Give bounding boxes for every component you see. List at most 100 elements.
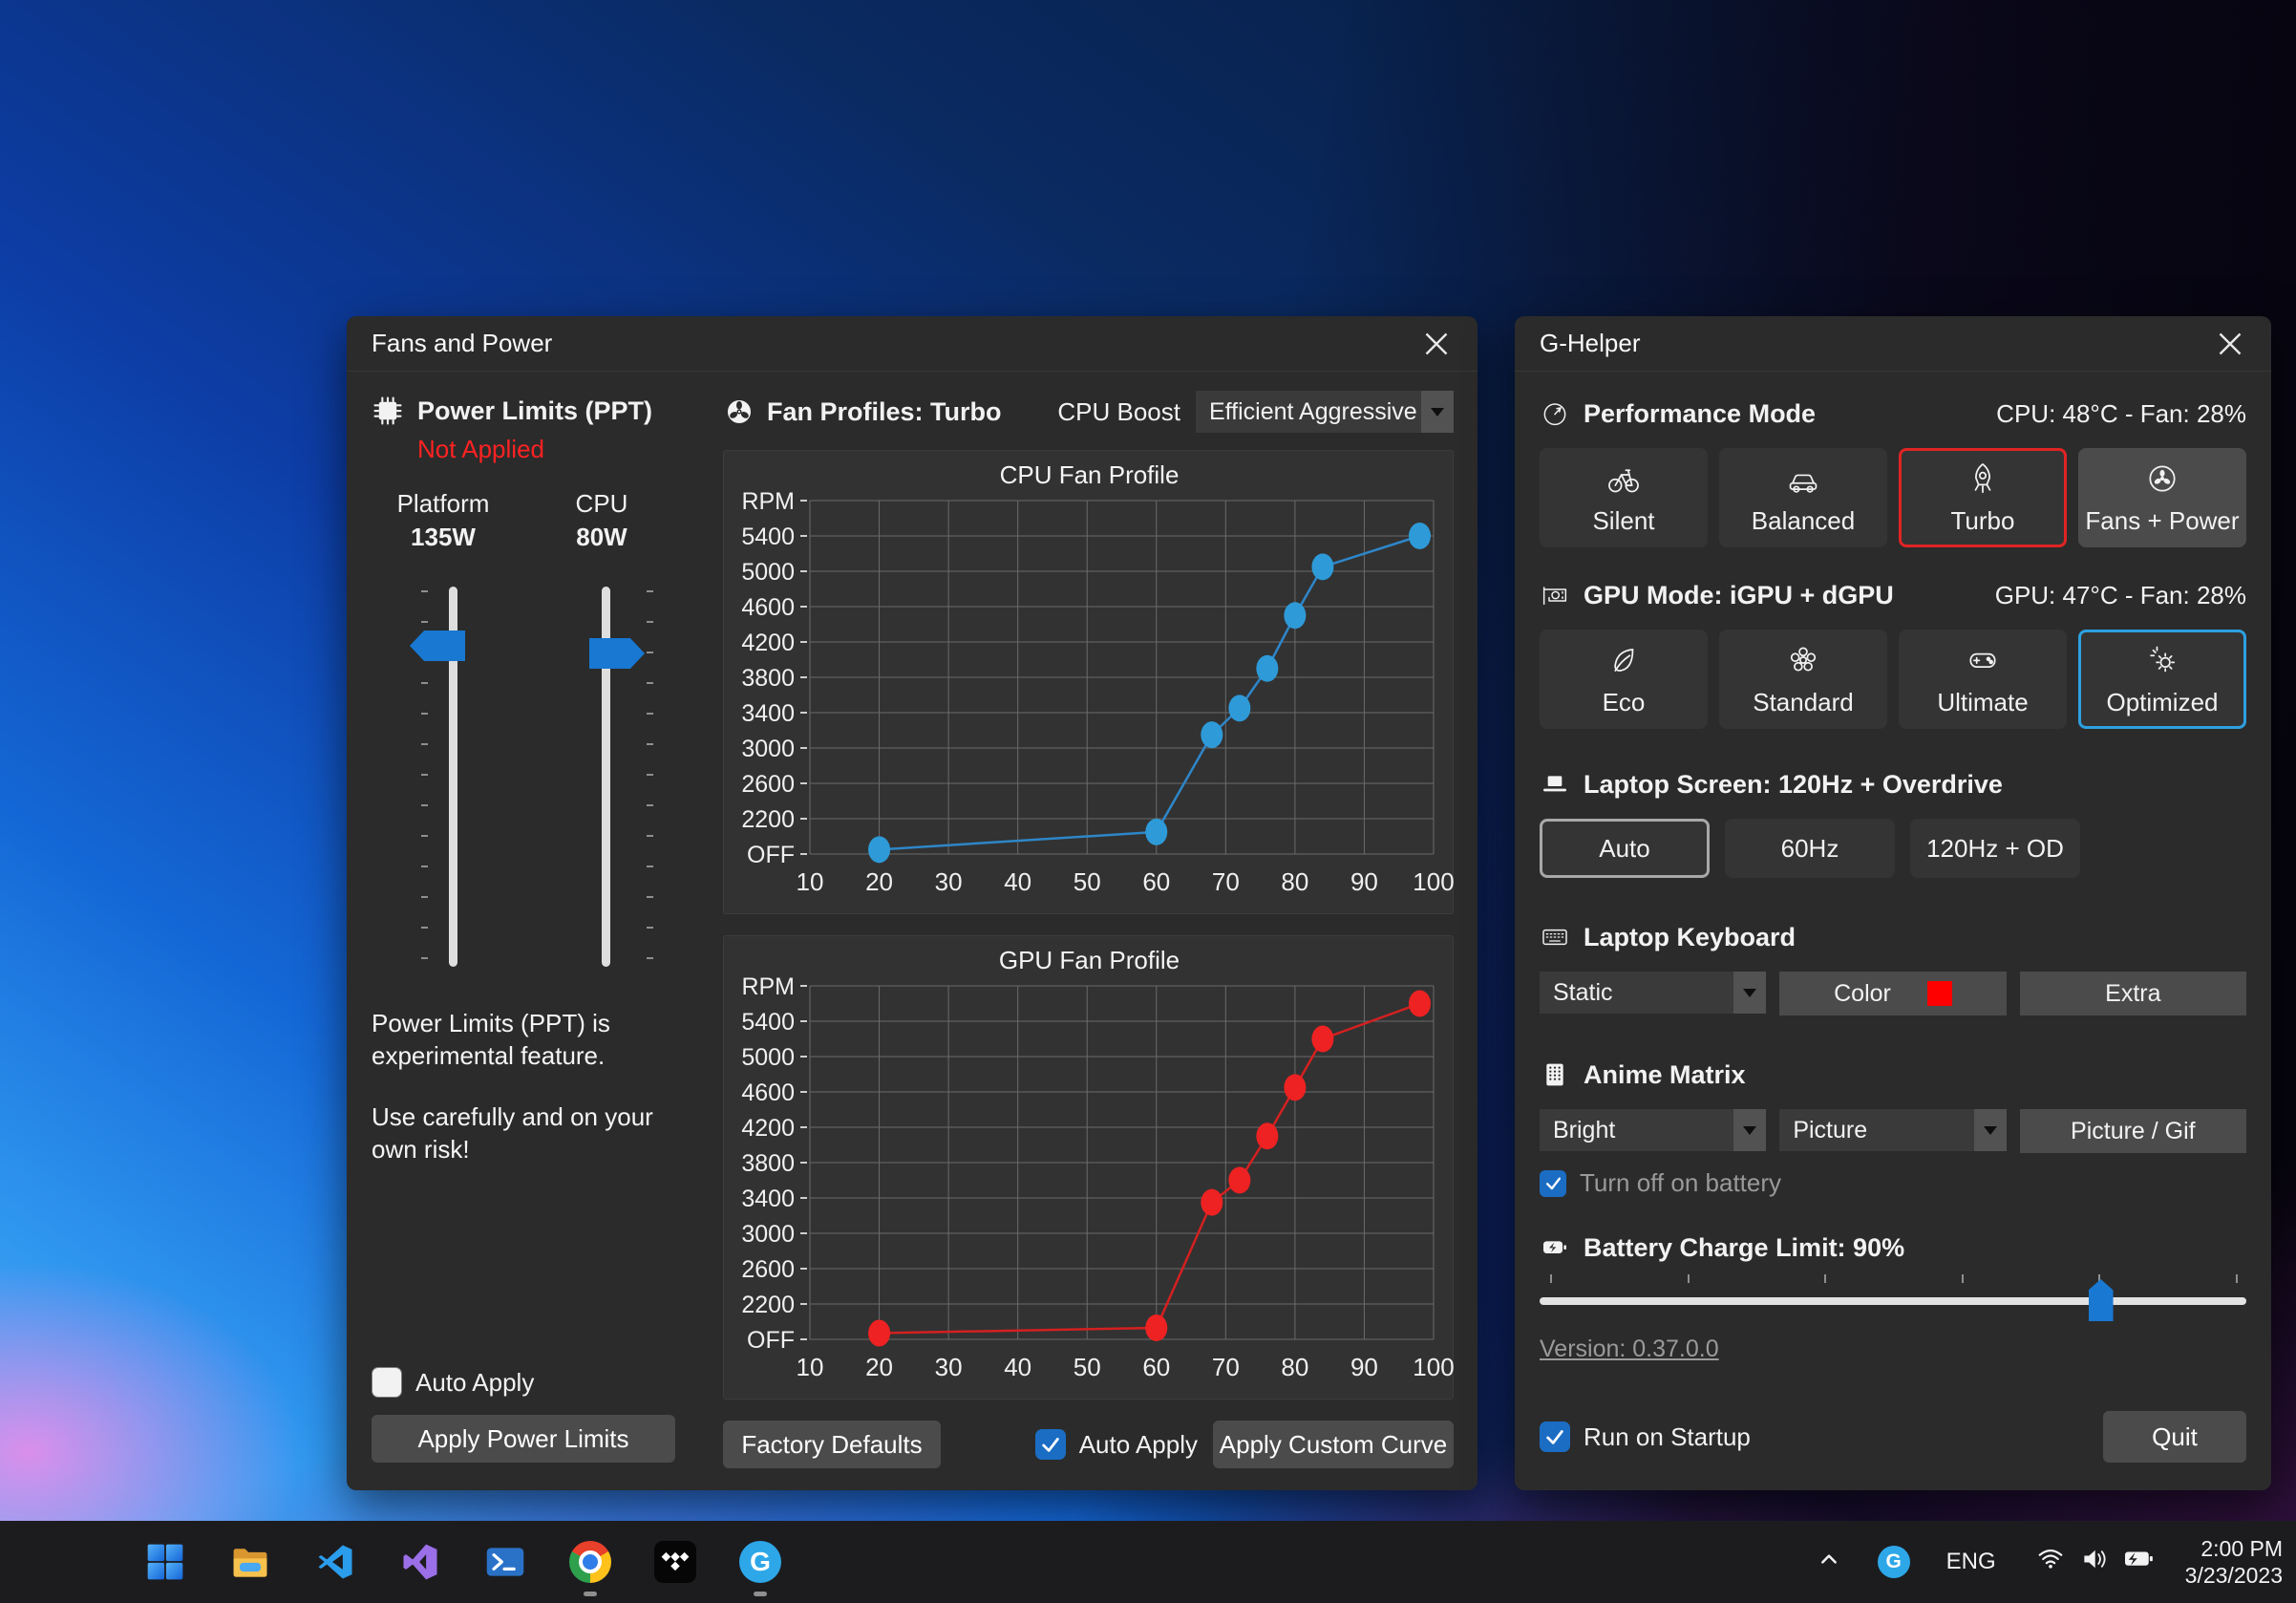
fan-profiles-title: Fan Profiles: Turbo: [767, 397, 1002, 427]
gpu-fan-profile-chart[interactable]: 102030405060708090100OFF2200260030003400…: [723, 935, 1454, 1400]
cpu-temp-status: CPU: 48°C - Fan: 28%: [1996, 399, 2246, 429]
matrix-brightness-dropdown-button[interactable]: [1733, 1109, 1766, 1151]
run-on-startup-checkbox[interactable]: [1540, 1421, 1570, 1452]
svg-text:70: 70: [1212, 1353, 1240, 1381]
cpu-fan-profile-chart[interactable]: 102030405060708090100OFF2200260030003400…: [723, 450, 1454, 914]
ghelper-taskbar-button[interactable]: G: [738, 1540, 782, 1584]
gpu-button-optimized[interactable]: Optimized: [2078, 630, 2246, 729]
screen-button-auto[interactable]: Auto: [1540, 819, 1710, 878]
cpu-value: 80W: [530, 523, 673, 552]
vscode-icon: [315, 1542, 355, 1582]
matrix-battery-checkbox[interactable]: [1540, 1170, 1566, 1197]
battery-slider-track[interactable]: [1540, 1297, 2246, 1305]
battery-icon: [1540, 1232, 1570, 1263]
fans-window-titlebar[interactable]: Fans and Power: [347, 316, 1478, 372]
curve-auto-apply-checkbox[interactable]: [1035, 1429, 1066, 1460]
mode-button-fans-power[interactable]: Fans + Power: [2078, 448, 2246, 547]
g-helper-window: G-Helper Performance Mode CPU: 48°C - Fa…: [1515, 316, 2271, 1490]
version-link[interactable]: Version: 0.37.0.0: [1540, 1336, 1719, 1362]
mode-button-label: Fans + Power: [2085, 506, 2239, 536]
powershell-button[interactable]: [483, 1540, 527, 1584]
svg-text:4200: 4200: [741, 630, 795, 656]
tray-date: 3/23/2023: [2185, 1562, 2283, 1589]
svg-text:60: 60: [1142, 867, 1170, 896]
gpu-button-label: Optimized: [2106, 688, 2218, 717]
keyboard-extra-button[interactable]: Extra: [2020, 972, 2246, 1015]
power-limits-warning-2: Use carefully and on your own risk!: [372, 1101, 668, 1165]
car-icon: [1785, 460, 1821, 497]
svg-text:4600: 4600: [741, 594, 795, 621]
cpu-boost-value: Efficient Aggressive: [1196, 391, 1421, 433]
factory-defaults-button[interactable]: Factory Defaults: [723, 1421, 941, 1468]
keyboard-extra-label: Extra: [2105, 980, 2160, 1008]
svg-text:40: 40: [1004, 867, 1031, 896]
platform-label: Platform: [372, 489, 515, 519]
power-limits-header: Power Limits (PPT): [372, 395, 700, 427]
laptop-keyboard-title: Laptop Keyboard: [1584, 923, 1796, 952]
file-explorer-button[interactable]: [228, 1540, 272, 1584]
tray-chevron-button[interactable]: [1815, 1545, 1843, 1580]
mode-button-label: Turbo: [1951, 506, 2015, 536]
fans-window-title: Fans and Power: [372, 329, 552, 358]
mode-button-silent[interactable]: Silent: [1540, 448, 1708, 547]
start-button[interactable]: [143, 1540, 187, 1584]
tidal-icon: [654, 1541, 696, 1583]
gamepad-icon: [1965, 642, 2001, 678]
svg-text:80: 80: [1281, 867, 1308, 896]
mode-button-turbo[interactable]: Turbo: [1899, 448, 2067, 547]
matrix-running-dropdown-button[interactable]: [1974, 1109, 2007, 1151]
powershell-icon: [484, 1541, 526, 1583]
running-indicator: [584, 1592, 597, 1596]
vscode-button[interactable]: [313, 1540, 357, 1584]
keyboard-mode-dropdown-button[interactable]: [1733, 972, 1766, 1014]
taskbar: G G ENG 2:: [0, 1521, 2296, 1603]
cpu-slider-ticks: [647, 590, 653, 965]
language-indicator[interactable]: ENG: [1946, 1549, 1996, 1575]
matrix-brightness-dropdown[interactable]: Bright: [1540, 1109, 1766, 1151]
volume-button[interactable]: [2078, 1543, 2111, 1582]
matrix-running-value: Picture: [1779, 1109, 1973, 1151]
ghelper-window-title: G-Helper: [1540, 329, 1640, 358]
keyboard-mode-value: Static: [1540, 972, 1733, 1014]
wifi-icon: [2034, 1543, 2067, 1575]
quit-button[interactable]: Quit: [2103, 1411, 2246, 1463]
platform-slider-thumb[interactable]: [410, 631, 465, 661]
svg-text:3400: 3400: [741, 1186, 795, 1212]
svg-text:40: 40: [1004, 1353, 1031, 1381]
ghelper-logo: G: [739, 1541, 781, 1583]
matrix-running-dropdown[interactable]: Picture: [1779, 1109, 2006, 1151]
screen-button-60hz[interactable]: 60Hz: [1725, 819, 1895, 878]
cpu-slider-thumb[interactable]: [589, 638, 645, 669]
battery-button[interactable]: [2122, 1542, 2157, 1583]
gpu-button-ultimate[interactable]: Ultimate: [1899, 630, 2067, 729]
gpu-button-eco[interactable]: Eco: [1540, 630, 1708, 729]
keyboard-mode-dropdown[interactable]: Static: [1540, 972, 1766, 1014]
chrome-button[interactable]: [568, 1540, 612, 1584]
apply-custom-curve-button[interactable]: Apply Custom Curve: [1213, 1421, 1454, 1468]
battery-slider-thumb[interactable]: [2089, 1279, 2114, 1321]
wifi-button[interactable]: [2034, 1543, 2067, 1582]
gpu-button-standard[interactable]: Standard: [1719, 630, 1887, 729]
power-auto-apply-row: Auto Apply: [372, 1367, 700, 1398]
svg-text:RPM: RPM: [741, 488, 795, 515]
screen-button-120hz-od[interactable]: 120Hz + OD: [1910, 819, 2080, 878]
svg-text:GPU Fan Profile: GPU Fan Profile: [999, 946, 1180, 974]
battery-charge-limit-title: Battery Charge Limit: 90%: [1584, 1233, 1904, 1263]
ghelper-tray-icon[interactable]: G: [1878, 1546, 1910, 1578]
visual-studio-button[interactable]: [398, 1540, 442, 1584]
tidal-button[interactable]: [653, 1540, 697, 1584]
close-button[interactable]: [1420, 328, 1453, 360]
cpu-boost-dropdown[interactable]: Efficient Aggressive: [1196, 391, 1454, 433]
mode-button-balanced[interactable]: Balanced: [1719, 448, 1887, 547]
svg-text:20: 20: [865, 867, 893, 896]
power-limit-sliders: [372, 587, 700, 967]
power-auto-apply-checkbox[interactable]: [372, 1367, 402, 1398]
svg-text:3000: 3000: [741, 736, 795, 762]
clock[interactable]: 2:00 PM 3/23/2023: [2185, 1535, 2283, 1589]
close-button[interactable]: [2214, 328, 2246, 360]
apply-power-limits-button[interactable]: Apply Power Limits: [372, 1415, 675, 1463]
cpu-boost-dropdown-button[interactable]: [1421, 391, 1454, 433]
keyboard-color-button[interactable]: Color: [1779, 972, 2006, 1015]
matrix-picture-gif-button[interactable]: Picture / Gif: [2020, 1109, 2246, 1153]
ghelper-window-titlebar[interactable]: G-Helper: [1515, 316, 2271, 372]
